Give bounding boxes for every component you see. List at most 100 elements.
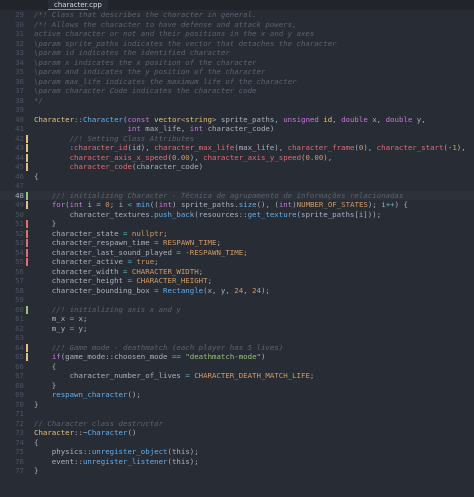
code-token: Character: [34, 114, 75, 124]
code-text: int max_life, int character_code): [34, 124, 274, 134]
code-line[interactable]: 41 int max_life, int character_code): [0, 124, 474, 134]
code-token: if: [51, 352, 61, 361]
code-text: \param character Code indicates the char…: [34, 86, 256, 96]
code-line[interactable]: 77}: [0, 466, 474, 476]
code-line[interactable]: 72 // Character class destructor: [0, 419, 474, 429]
code-token: max_life,: [145, 124, 190, 133]
line-number: 46: [15, 171, 24, 181]
code-text: Character::~Character(): [34, 428, 136, 438]
line-number: 61: [15, 314, 24, 323]
code-text: \param id indicates the identified chara…: [34, 48, 230, 58]
code-token: ,: [243, 285, 253, 295]
code-line[interactable]: 55 character_active = true;: [0, 257, 474, 267]
code-area[interactable]: 29 /*! Class that describes the character…: [0, 10, 474, 497]
line-number: 66: [15, 361, 24, 371]
code-line[interactable]: 69 respawn_character();: [0, 390, 474, 400]
code-line[interactable]: 56 character_width = CHARACTER_WIDTH;: [0, 267, 474, 277]
tab-bar: character.cpp: [0, 0, 474, 10]
code-token: ::~: [74, 428, 88, 437]
code-line[interactable]: 42 //! Setting Class Attributes: [0, 134, 474, 144]
code-text: character_active = true;: [34, 257, 159, 267]
code-line[interactable]: 37 \param character Code indicates the ch…: [0, 86, 474, 96]
code-line[interactable]: 38 */: [0, 96, 474, 106]
line-number: 75: [15, 447, 24, 456]
line-number: 50: [15, 209, 24, 219]
code-token: (this);: [167, 447, 199, 456]
code-text: //! Setting Class Attributes: [34, 133, 195, 144]
code-token: (this);: [167, 456, 199, 466]
code-line[interactable]: 58 character_bounding_box = Rectangle(x,…: [0, 286, 474, 296]
code-line[interactable]: 75 physics::unregister_object(this);: [0, 447, 474, 457]
code-token: RESPAWN_TIME: [163, 238, 217, 247]
code-token: nullptr: [131, 228, 164, 238]
code-line[interactable]: 40 Character::Character(const vector<stri…: [0, 115, 474, 125]
code-line[interactable]: 64 //! Game mode - deathmatch (each play…: [0, 343, 474, 353]
code-line[interactable]: 49 for(int i = 0; i < min((int) sprite_p…: [0, 200, 474, 210]
code-line[interactable]: 59: [0, 295, 474, 305]
code-line[interactable]: 35 \param and indicates the y position of…: [0, 67, 474, 77]
code-line[interactable]: 74 {: [0, 438, 474, 448]
code-line[interactable]: 54 character_last_sound_played = -RESPAW…: [0, 248, 474, 258]
code-line[interactable]: 60 //! initializing axis x and y: [0, 305, 474, 315]
code-line[interactable]: 53 character_respawn_time = RESPAWN_TIME…: [0, 238, 474, 248]
code-line[interactable]: 76 event::unregister_listener(this);: [0, 457, 474, 467]
code-line[interactable]: 67 character_number_of_lives = CHARACTER…: [0, 371, 474, 381]
line-number: 76: [15, 456, 24, 466]
code-line[interactable]: 61 m_x = x;: [0, 314, 474, 324]
code-line[interactable]: 33 \param id indicates the identified cha…: [0, 48, 474, 58]
code-text: \param and indicates the y position of t…: [34, 67, 265, 77]
code-editor[interactable]: character.cpp 29 /*! Class that describes…: [0, 0, 474, 497]
line-number: 57: [15, 276, 24, 285]
code-token: ),: [323, 152, 333, 162]
code-token: ((: [149, 200, 159, 209]
code-line[interactable]: 39: [0, 105, 474, 115]
code-token: > sprite_paths,: [212, 114, 284, 124]
code-token: ;: [154, 257, 159, 266]
code-token: Rectangle: [163, 285, 204, 295]
code-line[interactable]: 65 if(game_mode::choosen_mode == "deathm…: [0, 352, 474, 362]
code-text: }: [34, 219, 56, 229]
code-line[interactable]: 66 {: [0, 362, 474, 372]
code-line[interactable]: 71: [0, 409, 474, 419]
code-line[interactable]: 36 \param max_life indicates the maximum …: [0, 77, 474, 87]
code-text: }: [34, 466, 38, 476]
code-line[interactable]: 63: [0, 333, 474, 343]
code-token: //! Setting Class Attributes: [69, 133, 195, 143]
code-token: "deathmatch-mode": [185, 352, 261, 361]
code-line[interactable]: 73 Character::~Character(): [0, 428, 474, 438]
code-line[interactable]: 47: [0, 181, 474, 191]
code-line[interactable]: 62 m_y = y;: [0, 324, 474, 334]
code-line[interactable]: 57 character_height = CHARACTER_HEIGHT;: [0, 276, 474, 286]
code-line[interactable]: 44 character_axis_x_speed(0.00), charact…: [0, 153, 474, 163]
code-token: (sprite_paths[i]));: [296, 209, 382, 219]
code-line[interactable]: 29 /*! Class that describes the character…: [0, 10, 474, 20]
line-number: 32: [15, 38, 24, 48]
line-number: 48: [15, 190, 24, 200]
code-line[interactable]: 45 character_code(character_code): [0, 162, 474, 172]
code-line[interactable]: 30 /*! Allows the character to have defen…: [0, 20, 474, 30]
code-token: i =: [87, 200, 106, 209]
code-token: (game_mode::choosen_mode: [60, 352, 172, 361]
line-number: 37: [15, 86, 24, 95]
code-line[interactable]: 70}: [0, 400, 474, 410]
code-line[interactable]: 68 }: [0, 381, 474, 391]
line-number: 64: [15, 342, 24, 352]
code-line[interactable]: 32 \param sprite_paths indicates the vect…: [0, 39, 474, 49]
code-line[interactable]: 46 {: [0, 172, 474, 182]
code-line[interactable]: 43 :character_id(id), character_max_life…: [0, 143, 474, 153]
code-line[interactable]: 50 character_textures.push_back(resource…: [0, 210, 474, 220]
code-line[interactable]: 51 }: [0, 219, 474, 229]
code-token: int: [189, 124, 208, 133]
code-token: y,: [416, 114, 426, 124]
code-token: character_frame: [287, 143, 355, 152]
code-line[interactable]: 34 \param x indicates the x position of t…: [0, 58, 474, 68]
code-line[interactable]: 52 character_state = nullptr;: [0, 229, 474, 239]
code-line[interactable]: 31 active character or not and their posi…: [0, 29, 474, 39]
code-token: CHARACTER_WIDTH: [131, 266, 199, 276]
code-token: ;: [243, 247, 248, 257]
code-line[interactable]: 48 //! initializing Character - Técnica …: [0, 190, 474, 200]
